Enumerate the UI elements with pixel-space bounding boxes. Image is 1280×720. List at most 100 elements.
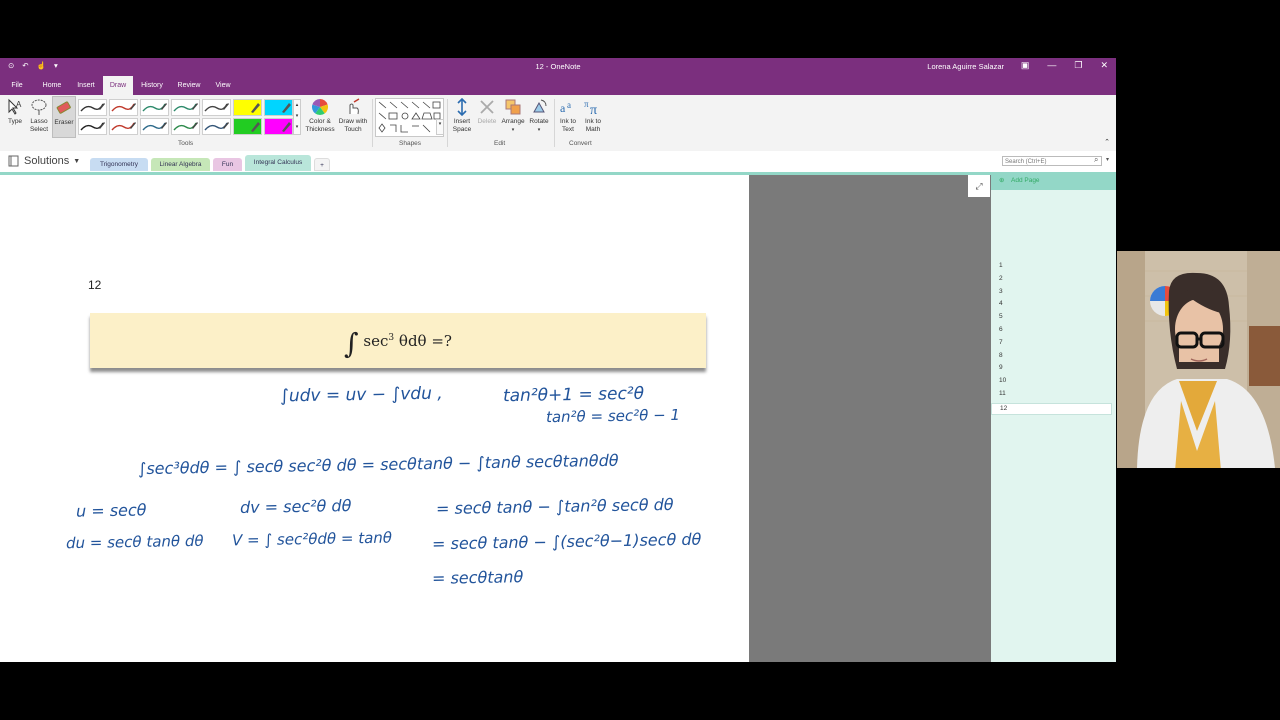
ink-to-text-button[interactable]: aa Ink to Text bbox=[557, 98, 579, 134]
section-tab-fun[interactable]: Fun bbox=[213, 158, 242, 171]
pen-swatch[interactable] bbox=[78, 99, 107, 116]
pen-swatch[interactable] bbox=[140, 99, 169, 116]
section-tab-linear-algebra[interactable]: Linear Algebra bbox=[151, 158, 210, 171]
pen-swatch[interactable] bbox=[202, 99, 231, 116]
pen-swatch[interactable] bbox=[109, 99, 138, 116]
page-title[interactable]: 12 bbox=[88, 278, 101, 292]
pen-swatch[interactable] bbox=[202, 118, 231, 135]
insert-space-button[interactable]: Insert Space bbox=[450, 98, 474, 134]
pen-stroke-icon bbox=[111, 103, 136, 112]
pen-stroke-icon bbox=[80, 103, 105, 112]
formula-box[interactable]: ∫ sec3 θdθ =? bbox=[90, 313, 706, 368]
tab-review[interactable]: Review bbox=[173, 76, 205, 95]
ink-main-equation[interactable]: ∫sec³θdθ = ∫ secθ sec²θ dθ = secθtanθ − … bbox=[138, 451, 619, 478]
pen-swatch[interactable] bbox=[140, 118, 169, 135]
pen-swatch[interactable] bbox=[171, 99, 200, 116]
group-convert: Convert bbox=[569, 140, 592, 147]
notebook-selector[interactable]: Solutions ▼ bbox=[8, 155, 80, 167]
page-item-8[interactable]: 8 bbox=[999, 352, 1003, 359]
search-input[interactable]: Search (Ctrl+E) bbox=[1002, 156, 1102, 166]
tab-draw[interactable]: Draw bbox=[103, 76, 133, 95]
page-item-9[interactable]: 9 bbox=[999, 364, 1003, 371]
page-item-6[interactable]: 6 bbox=[999, 326, 1003, 333]
ink-u-sub[interactable]: u = secθ bbox=[76, 500, 147, 520]
canvas-gray-area bbox=[749, 175, 991, 662]
ink-pythagorean-identity[interactable]: tan²θ+1 = sec²θ bbox=[503, 384, 644, 406]
ink-to-math-button[interactable]: ππ Ink to Math bbox=[581, 98, 605, 134]
section-tab-trigonometry[interactable]: Trigonometry bbox=[90, 158, 148, 171]
svg-text:A: A bbox=[16, 100, 22, 109]
ink-step-3[interactable]: = secθ tanθ − ∫(sec²θ−1)secθ dθ bbox=[432, 530, 702, 554]
tab-home[interactable]: Home bbox=[36, 76, 68, 95]
pen-stroke-icon bbox=[204, 122, 229, 131]
page-item-7[interactable]: 7 bbox=[999, 339, 1003, 346]
page-item-3[interactable]: 3 bbox=[999, 288, 1003, 295]
user-name[interactable]: Lorena Aguirre Salazar bbox=[927, 62, 1004, 71]
page-item-2[interactable]: 2 bbox=[999, 275, 1003, 282]
type-button[interactable]: A Type bbox=[4, 98, 26, 126]
page-item-5[interactable]: 5 bbox=[999, 313, 1003, 320]
svg-text:a: a bbox=[567, 100, 571, 110]
page-item-4[interactable]: 4 bbox=[999, 300, 1003, 307]
ink-tan-squared[interactable]: tan²θ = sec²θ − 1 bbox=[546, 406, 680, 426]
integral-sign: ∫ bbox=[344, 327, 359, 360]
page-item-12[interactable]: 12 bbox=[991, 402, 1112, 415]
section-tab-integral-calculus[interactable]: Integral Calculus bbox=[245, 155, 311, 171]
tab-history[interactable]: History bbox=[136, 76, 168, 95]
restore-icon[interactable]: ❐ bbox=[1074, 60, 1082, 71]
add-page-button[interactable]: ⊕ Add Page bbox=[991, 172, 1116, 190]
webcam-video bbox=[1117, 251, 1280, 468]
ink-integration-by-parts[interactable]: ∫udv = uv − ∫vdu , bbox=[280, 384, 443, 407]
group-shapes: Shapes bbox=[399, 140, 422, 147]
search-scope-chevron-icon[interactable]: ▾ bbox=[1106, 156, 1109, 163]
tab-file[interactable]: File bbox=[4, 76, 30, 95]
delete-button[interactable]: Delete bbox=[476, 98, 498, 126]
highlighter-icon bbox=[251, 122, 260, 132]
lasso-select-button[interactable]: Lasso Select bbox=[26, 98, 52, 134]
highlighter-swatch[interactable] bbox=[233, 118, 262, 135]
pen-swatch[interactable] bbox=[78, 118, 107, 135]
search-icon[interactable]: ⌕ bbox=[1094, 155, 1098, 165]
collapse-ribbon-icon[interactable]: ⌃ bbox=[1103, 139, 1111, 147]
ink-step-4[interactable]: = secθtanθ bbox=[432, 567, 524, 588]
delete-x-icon bbox=[480, 100, 494, 114]
page-item-1[interactable]: 1 bbox=[999, 262, 1003, 269]
shapes-gallery[interactable] bbox=[375, 98, 444, 137]
page-item-10[interactable]: 10 bbox=[999, 377, 1006, 384]
pen-stroke-icon bbox=[173, 122, 198, 131]
notebook-name: Solutions bbox=[24, 155, 70, 167]
svg-text:π: π bbox=[584, 99, 589, 109]
highlighter-icon bbox=[251, 103, 260, 113]
ink-v-sub[interactable]: V = ∫ sec²θdθ = tanθ bbox=[232, 529, 392, 550]
highlighter-swatch[interactable] bbox=[233, 99, 262, 116]
page-item-11[interactable]: 11 bbox=[999, 390, 1006, 397]
eraser-icon bbox=[56, 101, 71, 114]
title-bar: ⊙ ↶ ☝ ▾ 12 - OneNote Lorena Aguirre Sala… bbox=[0, 58, 1116, 76]
ink-step-2[interactable]: = secθ tanθ − ∫tan²θ secθ dθ bbox=[436, 495, 674, 518]
eraser-button[interactable]: Eraser bbox=[52, 96, 76, 138]
highlighter-swatch[interactable] bbox=[264, 118, 293, 135]
ink-du-sub[interactable]: du = secθ tanθ dθ bbox=[66, 532, 204, 552]
color-thickness-button[interactable]: Color & Thickness bbox=[305, 98, 335, 134]
page-canvas[interactable]: 12 ∫ sec3 θdθ =? ∫udv = uv − ∫vdu , tan²… bbox=[0, 175, 749, 662]
tab-insert[interactable]: Insert bbox=[70, 76, 102, 95]
formula-text: ∫ sec3 θdθ =? bbox=[344, 327, 452, 360]
rotate-button[interactable]: Rotate ▾ bbox=[527, 98, 551, 134]
ink-dv-sub[interactable]: dv = sec²θ dθ bbox=[240, 496, 352, 517]
arrange-button[interactable]: Arrange ▾ bbox=[500, 98, 526, 134]
pen-gallery-scroll[interactable]: ▴ ▾ ▾ bbox=[293, 99, 301, 135]
pen-stroke-icon bbox=[80, 122, 105, 131]
close-icon[interactable]: ✕ bbox=[1100, 60, 1108, 71]
add-section-button[interactable]: + bbox=[314, 158, 330, 171]
minimize-icon[interactable]: — bbox=[1047, 60, 1056, 71]
pen-swatch[interactable] bbox=[171, 118, 200, 135]
expand-icon[interactable]: ⤢ bbox=[968, 175, 990, 197]
tab-view[interactable]: View bbox=[209, 76, 237, 95]
draw-with-touch-button[interactable]: Draw with Touch bbox=[336, 98, 370, 134]
shapes-more[interactable]: ▾ bbox=[436, 119, 444, 135]
add-circle-icon: ⊕ bbox=[999, 177, 1005, 184]
highlighter-swatch[interactable] bbox=[264, 99, 293, 116]
ribbon-separator bbox=[447, 99, 448, 147]
ribbon-display-icon[interactable]: ▣ bbox=[1021, 60, 1030, 71]
pen-swatch[interactable] bbox=[109, 118, 138, 135]
